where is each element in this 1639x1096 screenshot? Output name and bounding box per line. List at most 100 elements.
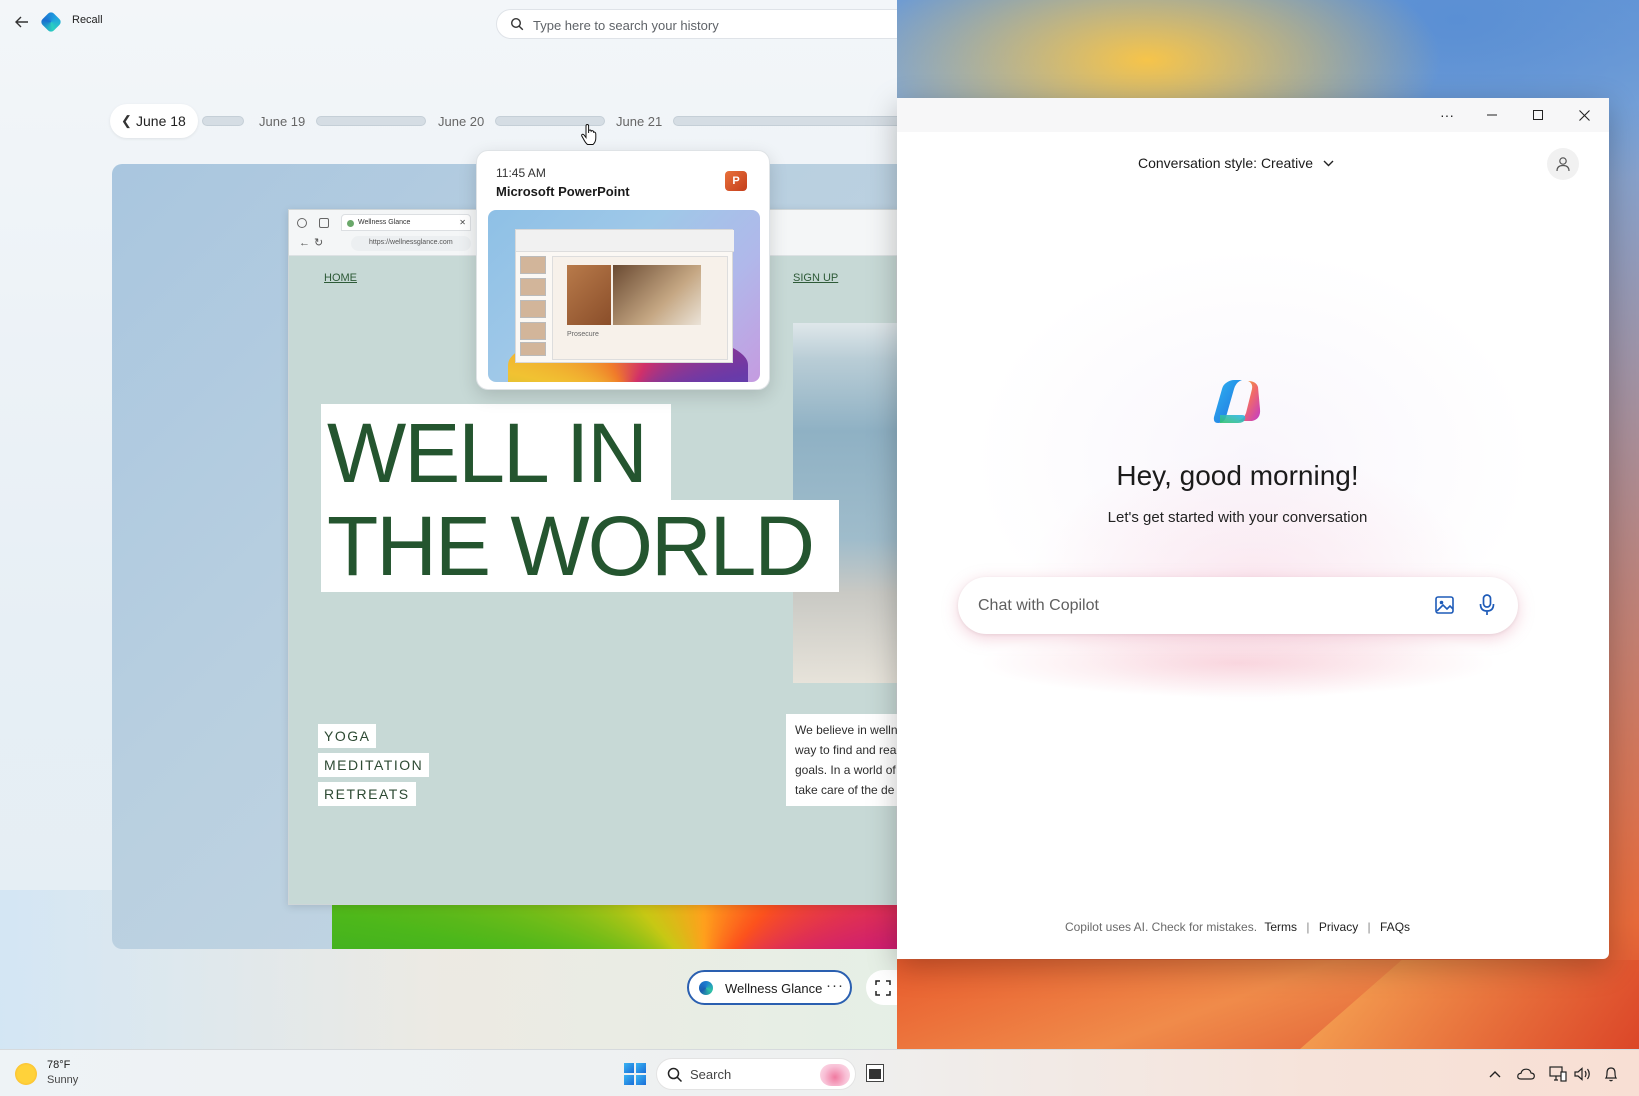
edge-icon (699, 981, 713, 995)
separator: | (1367, 920, 1371, 934)
copilot-footer: Copilot uses AI. Check for mistakes. Ter… (897, 920, 1578, 934)
history-search-input[interactable] (533, 15, 893, 35)
more-icon: ··· (1440, 107, 1454, 123)
recall-window: Recall ❮ June 18 June 19 June 20 June 21… (0, 0, 897, 1050)
conversation-style-dropdown[interactable]: Conversation style: Creative (1138, 155, 1334, 171)
volume-icon[interactable] (1573, 1064, 1593, 1084)
copilot-titlebar: ··· (897, 98, 1609, 132)
hero-heading-line: THE WORLD (327, 499, 815, 593)
slide-thumb (520, 342, 546, 356)
profile-icon (297, 218, 307, 228)
back-button[interactable] (12, 12, 32, 32)
more-options-button[interactable]: ··· (1436, 105, 1458, 125)
user-avatar-button[interactable] (1547, 148, 1579, 180)
snapshot-app-name: Microsoft PowerPoint (496, 184, 630, 199)
browser-tab: Wellness Glance ✕ (341, 214, 471, 231)
browser-tab-title: Wellness Glance (358, 219, 411, 226)
terms-link[interactable]: Terms (1264, 920, 1297, 934)
start-button[interactable] (624, 1063, 646, 1085)
slide-photo (567, 265, 611, 325)
minimize-button[interactable] (1481, 105, 1503, 125)
taskbar: 78°F Sunny Search (0, 1049, 1639, 1096)
site-blurb: We believe in welln way to find and rea … (786, 714, 897, 806)
timeline-segment[interactable] (202, 116, 244, 126)
chat-box-glow (978, 628, 1498, 698)
more-options-icon[interactable]: ··· (826, 977, 844, 994)
hero-heading-line: WELL IN (327, 406, 648, 500)
snapshot-hover-card[interactable]: 11:45 AM Microsoft PowerPoint P Prosecur… (476, 150, 770, 390)
task-view-icon[interactable] (866, 1064, 884, 1082)
timeline-segment[interactable] (673, 116, 897, 126)
faqs-link[interactable]: FAQs (1380, 920, 1410, 934)
privacy-link[interactable]: Privacy (1319, 920, 1358, 934)
slide-thumb (520, 278, 546, 296)
browser-url: https://wellnessglance.com (351, 236, 471, 251)
history-search-box[interactable] (496, 9, 897, 39)
screen-capture-button[interactable] (866, 970, 897, 1005)
search-icon (667, 1067, 683, 1083)
arrow-left-icon (15, 16, 28, 28)
timeline-date-label: June 21 (616, 114, 663, 129)
slide-photo (613, 265, 701, 325)
blurb-line: way to find and rea (795, 743, 897, 757)
snapshot-thumbnail: Prosecure (488, 210, 760, 382)
current-date-label: June 18 (136, 113, 186, 129)
slide-thumb (520, 322, 546, 340)
tabs-icon (319, 218, 329, 228)
notification-bell-icon[interactable] (1601, 1064, 1621, 1084)
copilot-logo-icon (1213, 380, 1261, 423)
ribbon (516, 230, 734, 252)
windows-logo-icon (636, 1063, 646, 1073)
maximize-icon (1533, 110, 1543, 120)
app-title: Recall (72, 14, 103, 26)
recall-logo-icon (39, 10, 63, 34)
maximize-button[interactable] (1527, 105, 1549, 125)
site-nav-home: HOME (324, 272, 357, 284)
site-tag: MEDITATION (318, 753, 430, 777)
open-app-label: Wellness Glance (725, 981, 823, 996)
slide-thumb (520, 256, 546, 274)
blurb-line: goals. In a world of (795, 763, 896, 777)
onedrive-icon[interactable] (1516, 1064, 1536, 1084)
timeline-date-label: June 20 (438, 114, 485, 129)
close-button[interactable] (1573, 105, 1595, 125)
taskbar-search[interactable]: Search (656, 1058, 856, 1090)
site-favicon-icon (347, 220, 354, 227)
microphone-icon[interactable] (1477, 593, 1497, 617)
copilot-subgreeting: Let's get started with your conversation (1107, 509, 1368, 526)
timeline-current-date[interactable]: ❮ June 18 (110, 104, 198, 138)
close-icon (1578, 109, 1590, 121)
conversation-style-label: Conversation style: Creative (1138, 155, 1314, 171)
powerpoint-window-thumbnail: Prosecure (515, 229, 734, 363)
snapshot-time: 11:45 AM (496, 166, 546, 180)
browser-nav-icons: ←↻ (299, 237, 328, 249)
powerpoint-icon: P (725, 171, 747, 191)
chevron-down-icon (1323, 160, 1334, 166)
network-icon[interactable] (1548, 1064, 1568, 1084)
site-nav-signup: SIGN UP (793, 272, 839, 284)
show-hidden-icons-icon[interactable] (1485, 1064, 1505, 1084)
image-input-icon[interactable] (1434, 594, 1456, 616)
footer-disclaimer: Copilot uses AI. Check for mistakes. (1064, 920, 1258, 934)
search-icon (510, 17, 524, 31)
timeline: ❮ June 18 June 19 June 20 June 21 (110, 104, 897, 138)
close-icon: ✕ (459, 218, 466, 227)
copilot-background (897, 98, 1609, 959)
minimize-icon (1487, 114, 1497, 116)
blurb-line: take care of the de (795, 783, 895, 797)
slide-thumb (520, 300, 546, 318)
taskbar-search-label: Search (690, 1067, 732, 1082)
chat-input[interactable] (978, 594, 1398, 618)
slide-canvas: Prosecure (552, 256, 728, 360)
timeline-segment[interactable] (316, 116, 426, 126)
open-app-pill[interactable]: Wellness Glance ··· (687, 970, 852, 1005)
slide-caption: Prosecure (567, 331, 599, 338)
scan-icon (875, 979, 891, 996)
copilot-window: ··· Conversation style: Creative Hey, go… (897, 98, 1609, 959)
chat-input-box[interactable] (958, 577, 1518, 634)
hand-cursor-icon (581, 124, 597, 145)
site-tag: RETREATS (318, 782, 416, 806)
person-icon (1556, 157, 1570, 172)
windows-logo-icon (624, 1063, 634, 1073)
chevron-left-icon: ❮ (121, 113, 132, 128)
